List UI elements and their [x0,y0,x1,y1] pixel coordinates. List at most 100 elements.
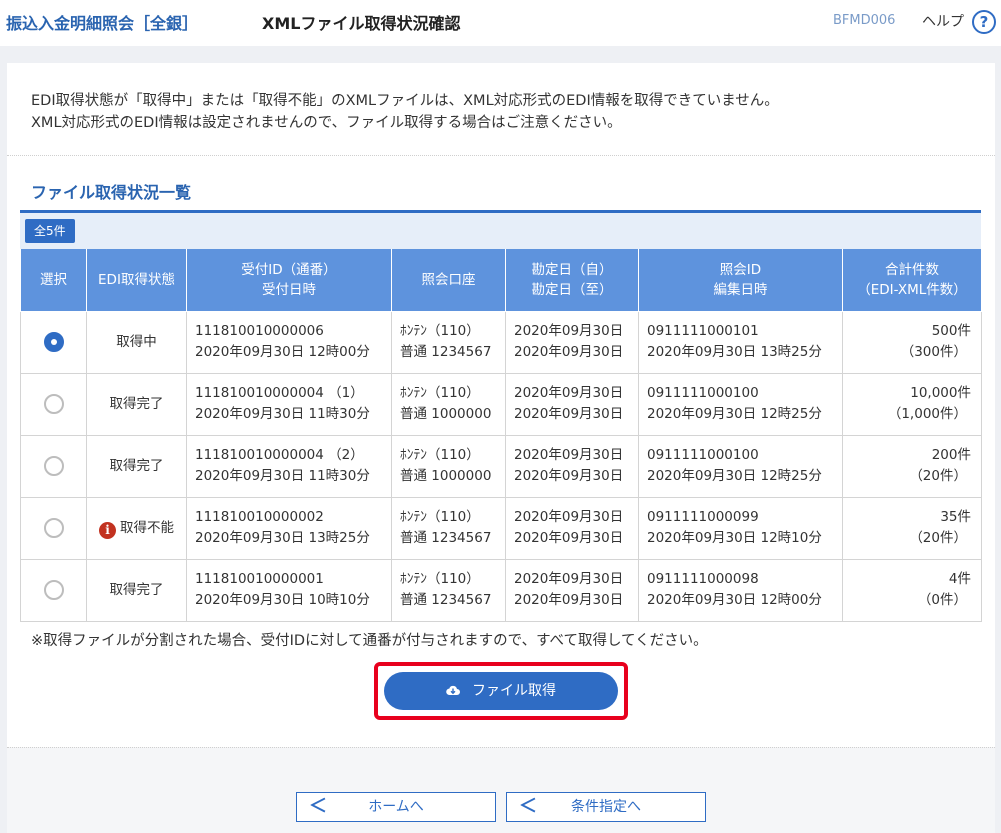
branch: ﾎﾝﾃﾝ（110） [400,323,480,339]
date-from: 2020年09月30日 [514,509,624,525]
date-from: 2020年09月30日 [514,323,624,339]
edi-status-cell: 取得完了 [86,434,187,498]
bottom-nav: ＜ ホームへ ＜ 条件指定へ [7,747,995,833]
table-row[interactable]: 取得中 111810010000006 2020年09月30日 12時00分 ﾎﾝﾃﾝ… [20,310,982,374]
select-radio[interactable] [43,455,64,476]
receipt-cell: 111810010000006 2020年09月30日 12時00分 [186,310,392,374]
edit-datetime: 2020年09月30日 12時25分 [647,406,822,422]
branch: ﾎﾝﾃﾝ（110） [400,385,480,401]
edi-status: 取得完了 [109,457,164,474]
dates-cell: 2020年09月30日 2020年09月30日 [505,372,639,436]
total-cell: 10,000件 （1,000件） [842,372,982,436]
account-number: 普通 1000000 [400,406,492,422]
total-count: 200件 [931,447,971,463]
count-badge: 全5件 [25,219,75,243]
header-edi-status: EDI取得状態 [86,249,187,312]
receipt-datetime: 2020年09月30日 11時30分 [195,468,370,484]
total-count: 10,000件 [910,385,971,401]
edi-status: 取得完了 [109,395,164,412]
notice-line-1: EDI取得状態が「取得中」または「取得不能」のXMLファイルは、XML対応形式の… [31,93,779,109]
receipt-cell: 111810010000004 （2） 2020年09月30日 11時30分 [186,434,392,498]
select-radio[interactable] [43,579,64,600]
table-row[interactable]: 取得完了 111810010000001 2020年09月30日 10時10分 ﾎﾝﾃ… [20,558,982,622]
table-row[interactable]: 取得完了 111810010000004 （2） 2020年09月30日 11時30… [20,434,982,498]
receipt-cell: 111810010000001 2020年09月30日 10時10分 [186,558,392,622]
total-count: 35件 [940,509,971,525]
receipt-cell: 111810010000002 2020年09月30日 13時25分 [186,496,392,560]
chevron-left-icon: ＜ [519,796,537,817]
header-receipt: 受付ID（通番） 受付日時 [186,249,392,312]
date-to: 2020年09月30日 [514,406,624,422]
inquiry-cell: 0911111000099 2020年09月30日 12時10分 [638,496,843,560]
dates-cell: 2020年09月30日 2020年09月30日 [505,558,639,622]
select-radio[interactable] [43,517,64,538]
inquiry-id: 0911111000099 [647,509,759,525]
receipt-id: 111810010000006 [195,323,324,339]
count-bar: 全5件 [20,213,981,249]
dates-cell: 2020年09月30日 2020年09月30日 [505,310,639,374]
error-info-icon: i [99,521,116,539]
help-icon[interactable]: ? [972,10,996,34]
header-select: 選択 [20,249,87,312]
account-cell: ﾎﾝﾃﾝ（110） 普通 1234567 [391,558,506,622]
total-count: 4件 [948,571,971,587]
edi-status: 取得完了 [109,581,164,598]
total-count: 500件 [931,323,971,339]
edi-status-cell: 取得完了 [86,558,187,622]
cloud-download-icon [446,685,460,696]
home-button-label: ホームへ [368,799,424,815]
account-number: 普通 1234567 [400,344,492,360]
table-row[interactable]: i 取得不能 111810010000002 2020年09月30日 13時25分 ﾎﾝ… [20,496,982,560]
receipt-id: 111810010000002 [195,509,324,525]
edit-datetime: 2020年09月30日 13時25分 [647,344,822,360]
page-title: XMLファイル取得状況確認 [262,14,461,33]
branch: ﾎﾝﾃﾝ（110） [400,509,480,525]
header-total: 合計件数 （EDI-XML件数） [842,249,982,312]
account-number: 普通 1234567 [400,530,492,546]
date-from: 2020年09月30日 [514,385,624,401]
account-cell: ﾎﾝﾃﾝ（110） 普通 1000000 [391,372,506,436]
file-fetch-button[interactable]: ファイル取得 [384,672,618,710]
dates-cell: 2020年09月30日 2020年09月30日 [505,434,639,498]
home-button[interactable]: ＜ ホームへ [296,792,496,822]
edit-datetime: 2020年09月30日 12時00分 [647,592,822,608]
select-cell[interactable] [20,434,87,498]
account-number: 普通 1234567 [400,592,492,608]
select-radio[interactable] [43,331,64,352]
screen-id: BFMD006 [833,13,896,28]
back-to-conditions-button[interactable]: ＜ 条件指定へ [506,792,706,822]
total-cell: 4件 （0件） [842,558,982,622]
receipt-id: 111810010000004 （1） [195,385,364,401]
back-button-label: 条件指定へ [571,799,641,815]
select-cell[interactable] [20,372,87,436]
help-link[interactable]: ヘルプ [922,11,964,31]
header-receipt-datetime: 受付日時 [262,281,316,298]
edi-status-cell: 取得中 [86,310,187,374]
date-from: 2020年09月30日 [514,571,624,587]
top-bar: 振込入金明細照会［全銀］ XMLファイル取得状況確認 BFMD006 ヘルプ ? [0,0,1001,46]
divider [7,155,995,156]
date-from: 2020年09月30日 [514,447,624,463]
footnote: ※取得ファイルが分割された場合、受付IDに対して通番が付与されますので、すべて取… [31,633,708,649]
screen-title: 振込入金明細照会［全銀］ [6,14,199,33]
xml-count: （1,000件） [887,406,967,422]
header-account: 照会口座 [391,249,506,312]
inquiry-cell: 0911111000101 2020年09月30日 13時25分 [638,310,843,374]
select-cell[interactable] [20,496,87,560]
edi-status: 取得中 [116,333,157,350]
xml-count: （20件） [909,530,967,546]
select-cell[interactable] [20,558,87,622]
select-cell[interactable] [20,310,87,374]
select-radio[interactable] [43,393,64,414]
header-edit-datetime: 編集日時 [713,281,768,298]
chevron-left-icon: ＜ [309,796,327,817]
total-cell: 500件 （300件） [842,310,982,374]
table-row[interactable]: 取得完了 111810010000004 （1） 2020年09月30日 11時30… [20,372,982,436]
date-to: 2020年09月30日 [514,468,624,484]
receipt-id: 111810010000004 （2） [195,447,364,463]
header-inquiry-id: 照会ID [719,261,762,278]
notice-text: EDI取得状態が「取得中」または「取得不能」のXMLファイルは、XML対応形式の… [31,90,779,134]
branch: ﾎﾝﾃﾝ（110） [400,447,480,463]
file-fetch-label: ファイル取得 [472,683,556,699]
header-date-to: 勘定日（至） [531,281,613,298]
